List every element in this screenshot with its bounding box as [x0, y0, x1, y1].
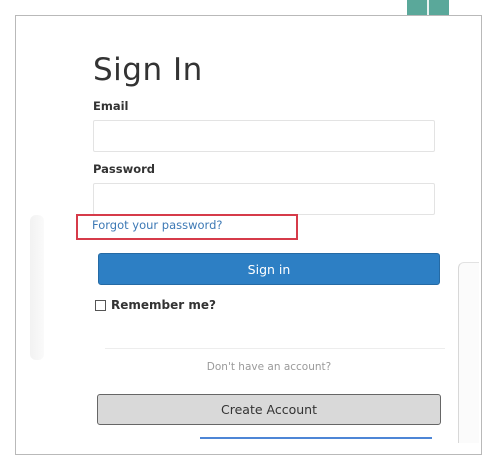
remember-me-row[interactable]: Remember me?	[95, 298, 216, 312]
remember-me-label: Remember me?	[111, 298, 216, 312]
page-title: Sign In	[93, 52, 203, 88]
sign-in-page: Sign In Email Password Forgot your passw…	[0, 0, 495, 462]
no-account-text: Don't have an account?	[206, 361, 332, 373]
right-panel-decoration	[458, 262, 479, 443]
blue-underline-decoration	[200, 437, 432, 439]
sign-in-button[interactable]: Sign in	[98, 253, 440, 285]
remember-me-checkbox[interactable]	[95, 299, 106, 311]
divider	[105, 348, 445, 349]
left-shadow-decoration	[30, 215, 44, 360]
email-field[interactable]	[93, 120, 435, 152]
password-field[interactable]	[93, 183, 435, 215]
forgot-password-highlight	[76, 214, 298, 240]
create-account-button[interactable]: Create Account	[97, 394, 441, 425]
password-label: Password	[93, 162, 155, 176]
email-label: Email	[93, 99, 129, 113]
